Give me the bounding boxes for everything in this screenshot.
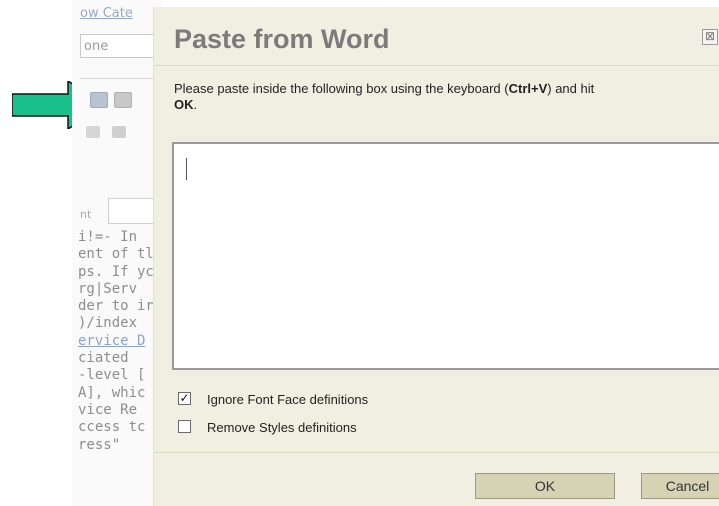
code-line: i!=- In — [78, 229, 138, 245]
ignore-font-face-checkbox[interactable]: ✓ — [178, 392, 191, 405]
indent-icon[interactable] — [112, 126, 126, 138]
close-icon[interactable]: ⊠ — [702, 29, 718, 45]
code-line: ccess tc — [78, 419, 146, 436]
code-line: ent of tl — [78, 246, 154, 263]
print-icon[interactable] — [114, 92, 132, 108]
cancel-button[interactable]: Cancel — [641, 473, 719, 499]
ignore-font-face-label: Ignore Font Face definitions — [207, 392, 369, 407]
code-line: A], whic — [78, 384, 146, 401]
code-line: rg|Serv — [78, 280, 138, 297]
font-select[interactable] — [108, 198, 158, 224]
font-label: nt — [80, 208, 92, 221]
paste-from-word-icon[interactable] — [90, 92, 108, 108]
ok-word: OK — [174, 97, 194, 112]
footer-divider — [154, 452, 719, 453]
instructions-text: Please paste inside the following box us… — [174, 81, 719, 113]
code-line: -level [ — [78, 367, 146, 384]
shortcut-text: Ctrl+V — [508, 81, 548, 96]
ok-button[interactable]: OK — [475, 473, 615, 499]
title-divider — [154, 65, 719, 66]
code-line: der to ir — [78, 298, 154, 315]
category-link[interactable]: ow Cate — [80, 6, 133, 21]
background-editor: ow Cate one nt i!=- In ent of tl ps. If … — [72, 0, 162, 506]
remove-styles-label: Remove Styles definitions — [207, 420, 357, 435]
remove-styles-checkbox[interactable] — [178, 420, 191, 433]
outdent-icon[interactable] — [86, 126, 100, 138]
code-link[interactable]: ervice D — [78, 333, 162, 350]
source-text: i!=- In ent of tl ps. If yc rg|Serv der … — [78, 229, 162, 454]
code-line: vice Re — [78, 401, 138, 418]
code-line: )/index — [78, 315, 138, 332]
instructions-middle: ) and hit — [547, 81, 595, 96]
instructions-after: . — [193, 97, 198, 112]
dialog-title: Paste from Word — [174, 24, 390, 54]
paste-textarea[interactable] — [172, 142, 719, 370]
code-line: ciated — [78, 350, 129, 367]
instructions-before: Please paste inside the following box us… — [174, 81, 509, 96]
paste-from-word-dialog: Paste from Word ⊠ Please paste inside th… — [153, 7, 719, 506]
code-line: ress" — [78, 436, 121, 453]
text-caret — [186, 158, 187, 180]
code-line: ps. If yc — [78, 263, 154, 280]
format-dropdown[interactable]: one — [80, 34, 162, 58]
toolbar-divider — [80, 78, 162, 79]
